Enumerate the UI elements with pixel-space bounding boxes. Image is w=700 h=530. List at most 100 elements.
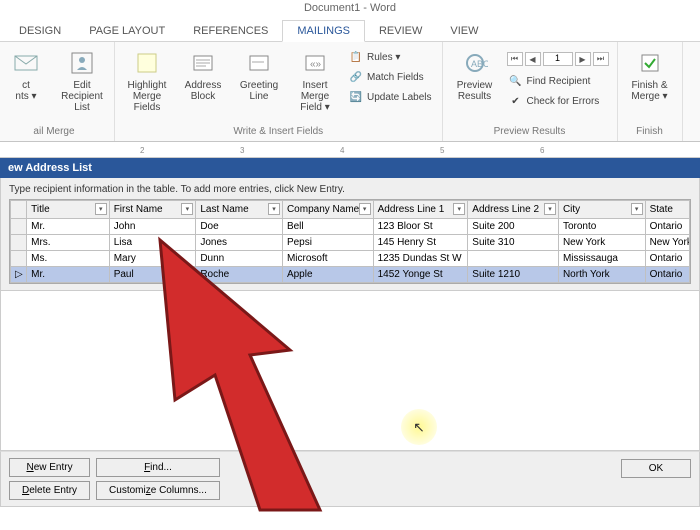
table-row[interactable]: Mr.JohnDoeBell123 Bloor StSuite 200Toron… [11,219,690,235]
column-header-company[interactable]: Company Name▾ [282,201,373,219]
table-row[interactable]: Ms.MaryDunnMicrosoft1235 Dundas St W Miss… [11,251,690,267]
table-cell[interactable]: Mrs. [27,235,110,251]
table-cell[interactable]: Roche [196,267,283,283]
table-cell[interactable]: Lisa [109,235,196,251]
column-header-lastname[interactable]: Last Name▾ [196,201,283,219]
table-cell[interactable]: 145 Henry St [373,235,468,251]
table-cell[interactable]: Ontario [645,267,689,283]
dropdown-arrow-icon[interactable]: ▾ [453,203,465,215]
edit-recipient-list-button[interactable]: Edit Recipient List [56,44,108,117]
table-cell[interactable]: Suite 200 [468,219,559,235]
table-cell[interactable]: Suite 1210 [468,267,559,283]
table-cell[interactable] [468,251,559,267]
column-header-city[interactable]: City▾ [558,201,645,219]
ribbon-group-mailmerge-label: ail Merge [0,124,108,139]
table-cell[interactable]: New York [645,235,689,251]
preview-icon: ABC [460,48,490,78]
table-header-row: Title▾ First Name▾ Last Name▾ Company Na… [11,201,690,219]
column-header-address1[interactable]: Address Line 1▾ [373,201,468,219]
table-cell[interactable]: Paul [109,267,196,283]
check-errors-button[interactable]: ✔Check for Errors [505,92,611,110]
ribbon-group-write-label: Write & Insert Fields [121,124,436,139]
preview-results-button[interactable]: ABC Preview Results [449,44,501,106]
tab-design[interactable]: DESIGN [5,21,75,41]
table-cell[interactable]: Microsoft [282,251,373,267]
table-cell[interactable]: Apple [282,267,373,283]
record-navigation: ⏮ ◀ 1 ▶ ⏭ [505,48,611,70]
table-cell[interactable]: North York [558,267,645,283]
row-selector[interactable] [11,219,27,235]
address-block-button[interactable]: Address Block [177,44,229,106]
column-header-state[interactable]: State [645,201,689,219]
table-cell[interactable]: Mr. [27,219,110,235]
table-cell[interactable]: 1235 Dundas St W [373,251,468,267]
window-title: Document1 - Word [0,0,700,18]
highlight-merge-fields-button[interactable]: Highlight Merge Fields [121,44,173,117]
table-cell[interactable]: Mr. [27,267,110,283]
table-cell[interactable]: Ms. [27,251,110,267]
greeting-line-button[interactable]: Greeting Line [233,44,285,106]
tab-view[interactable]: VIEW [436,21,492,41]
dropdown-arrow-icon[interactable]: ▾ [631,203,643,215]
find-recipient-button[interactable]: 🔍Find Recipient [505,72,611,90]
column-header-title[interactable]: Title▾ [27,201,110,219]
select-recipients-button[interactable]: ct nts ▾ [0,44,52,106]
tab-mailings[interactable]: MAILINGS [282,20,365,42]
dialog-body: Type recipient information in the table.… [0,178,700,291]
greeting-icon [244,48,274,78]
tab-references[interactable]: REFERENCES [179,21,282,41]
table-cell[interactable]: Doe [196,219,283,235]
table-cell[interactable]: Toronto [558,219,645,235]
cursor-icon: ↖ [413,419,425,436]
dialog-title-bar: ew Address List [0,158,700,178]
dropdown-arrow-icon[interactable]: ▾ [544,203,556,215]
row-selector[interactable] [11,251,27,267]
svg-text:«»: «» [310,59,322,70]
table-cell[interactable]: Bell [282,219,373,235]
table-cell[interactable]: Ontario [645,251,689,267]
row-selector[interactable] [11,235,27,251]
tab-review[interactable]: REVIEW [365,21,436,41]
table-row[interactable]: ▷Mr.PaulRocheApple1452 Yonge StSuite 121… [11,267,690,283]
column-header-address2[interactable]: Address Line 2▾ [468,201,559,219]
row-selector[interactable]: ▷ [11,267,27,283]
new-entry-button[interactable]: New Entry [9,458,90,477]
table-cell[interactable]: Mississauga [558,251,645,267]
edit-recipients-icon [67,48,97,78]
table-cell[interactable]: Suite 310 [468,235,559,251]
nav-next-button[interactable]: ▶ [575,52,591,66]
table-cell[interactable]: Jones [196,235,283,251]
horizontal-ruler: 2 3 4 5 6 [0,142,700,158]
find-icon: 🔍 [509,74,523,88]
nav-record-number[interactable]: 1 [543,52,573,66]
customize-columns-button[interactable]: Customize Columns... [96,481,220,500]
table-cell[interactable]: 123 Bloor St [373,219,468,235]
table-cell[interactable]: John [109,219,196,235]
table-row[interactable]: Mrs.LisaJonesPepsi145 Henry StSuite 310N… [11,235,690,251]
table-cell[interactable]: Dunn [196,251,283,267]
finish-merge-button[interactable]: Finish & Merge ▾ [624,44,676,106]
column-header-firstname[interactable]: First Name▾ [109,201,196,219]
table-cell[interactable]: Ontario [645,219,689,235]
rules-icon: 📋 [349,50,363,64]
table-cell[interactable]: New York [558,235,645,251]
dropdown-arrow-icon[interactable]: ▾ [95,203,107,215]
nav-prev-button[interactable]: ◀ [525,52,541,66]
match-fields-button[interactable]: 🔗Match Fields [345,68,436,86]
dropdown-arrow-icon[interactable]: ▾ [181,203,193,215]
find-button[interactable]: Find... [96,458,220,477]
tab-page-layout[interactable]: PAGE LAYOUT [75,21,179,41]
rules-button[interactable]: 📋Rules ▾ [345,48,436,66]
recipients-icon [11,48,41,78]
delete-entry-button[interactable]: Delete Entry [9,481,90,500]
dropdown-arrow-icon[interactable]: ▾ [359,203,371,215]
dropdown-arrow-icon[interactable]: ▾ [268,203,280,215]
table-cell[interactable]: 1452 Yonge St [373,267,468,283]
nav-first-button[interactable]: ⏮ [507,52,523,66]
update-labels-button[interactable]: 🔄Update Labels [345,88,436,106]
nav-last-button[interactable]: ⏭ [593,52,609,66]
table-cell[interactable]: Mary [109,251,196,267]
table-cell[interactable]: Pepsi [282,235,373,251]
insert-merge-field-button[interactable]: «» Insert Merge Field ▾ [289,44,341,117]
ok-button[interactable]: OK [621,459,691,478]
